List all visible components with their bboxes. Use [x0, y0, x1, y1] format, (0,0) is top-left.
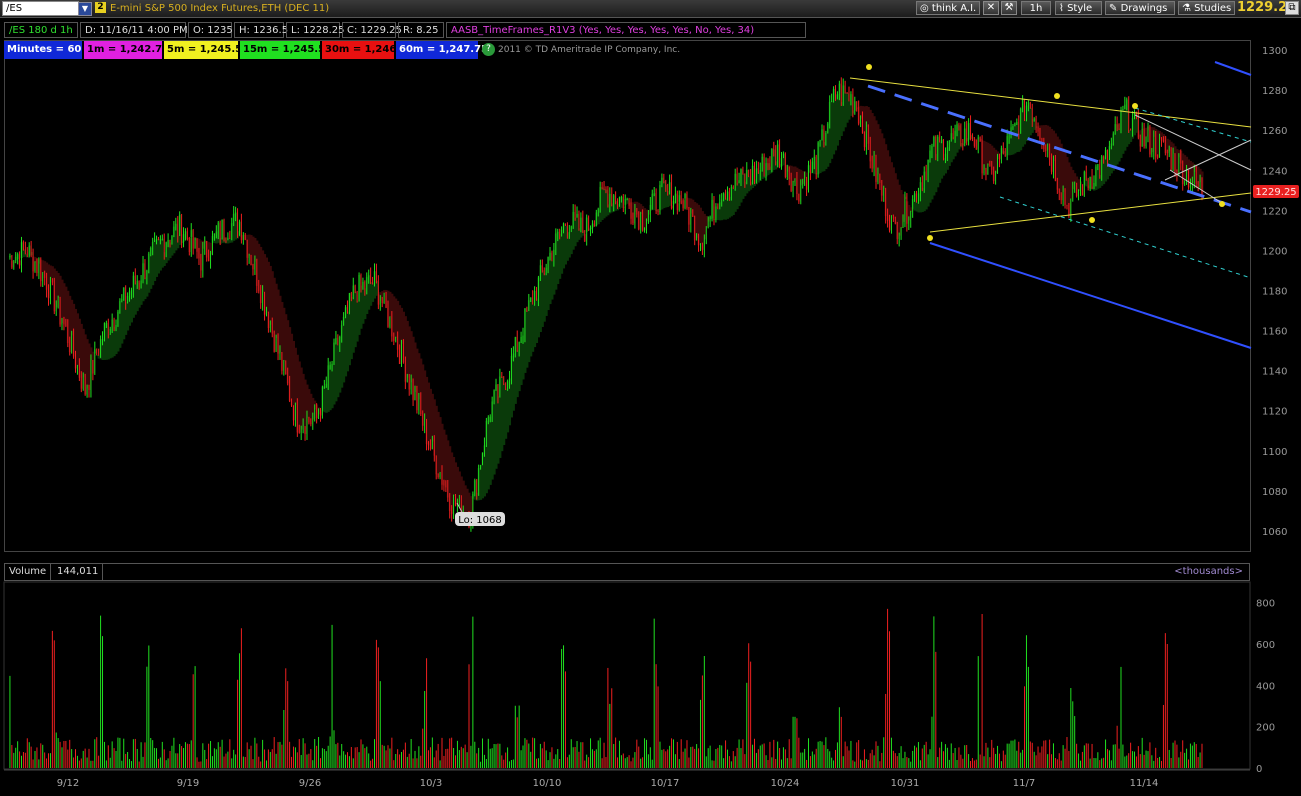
date-axis-label: 10/24	[771, 778, 800, 789]
price-axis-label: 1060	[1262, 527, 1287, 538]
date-axis-label: 10/17	[651, 778, 680, 789]
chart-canvas[interactable]: 1060 1080 1100 1120 1140 1160 1180 1200 1220 1240…	[0, 0, 1301, 796]
yellow-resistance-line	[849, 77, 1252, 128]
price-axis-label: 1280	[1262, 86, 1287, 97]
volume-axis-label: 0	[1256, 764, 1262, 775]
date-axis-label: 9/12	[57, 778, 79, 789]
blue-upper-channel	[1214, 61, 1252, 76]
date-axis-label: 10/10	[533, 778, 562, 789]
price-axis-label: 1260	[1262, 126, 1287, 137]
pivot-dot	[1054, 93, 1060, 99]
date-axis-label: 11/7	[1013, 778, 1035, 789]
price-tag-text: 1229.25	[1255, 187, 1296, 198]
pivot-dot	[1219, 201, 1225, 207]
price-axis-label: 1200	[1262, 246, 1287, 257]
price-axis-label: 1120	[1262, 407, 1287, 418]
blue-lower-channel	[929, 242, 1252, 349]
date-axis-label: 9/26	[299, 778, 321, 789]
pivot-dot	[927, 235, 933, 241]
date-axis-label: 10/3	[420, 778, 442, 789]
pivot-dot	[1089, 217, 1095, 223]
pivot-dot	[1132, 103, 1138, 109]
price-axis-label: 1140	[1262, 367, 1287, 378]
cloud-segment	[1077, 179, 1081, 191]
cyan-dotted-lower	[999, 196, 1252, 279]
price-axis-label: 1240	[1262, 166, 1287, 177]
price-axis-label: 1300	[1262, 46, 1287, 57]
price-tag: 1229.25	[1253, 185, 1299, 198]
volume-axis-label: 200	[1256, 723, 1275, 734]
volume-axis-label: 600	[1256, 640, 1275, 651]
date-axis-label: 9/19	[177, 778, 199, 789]
price-axis-label: 1180	[1262, 286, 1287, 297]
price-axis-label: 1100	[1262, 447, 1287, 458]
date-axis-label: 11/14	[1130, 778, 1159, 789]
price-axis-label: 1160	[1262, 327, 1287, 338]
volume-axis-label: 800	[1256, 599, 1275, 610]
price-axis-label: 1220	[1262, 206, 1287, 217]
price-axis-label: 1080	[1262, 487, 1287, 498]
pivot-dot	[866, 64, 872, 70]
date-axis-label: 10/31	[891, 778, 920, 789]
low-bubble-text: Lo: 1068	[458, 515, 502, 526]
yellow-support-line	[929, 192, 1252, 233]
volume-axis-label: 400	[1256, 681, 1275, 692]
